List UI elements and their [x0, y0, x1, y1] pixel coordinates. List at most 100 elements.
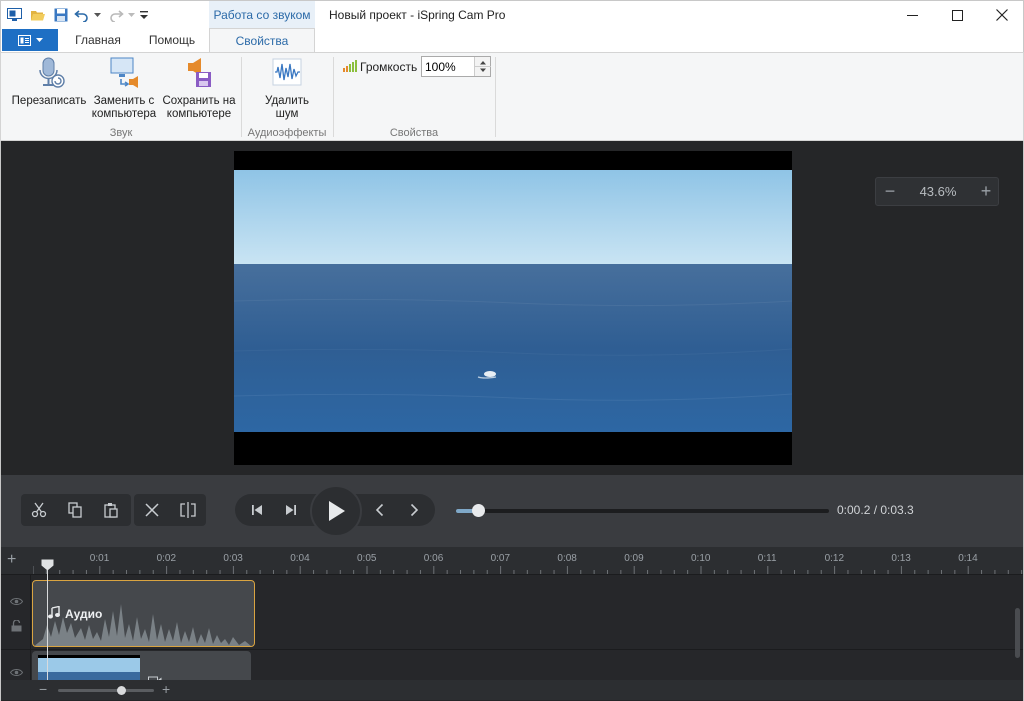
- save-to-computer-button[interactable]: Сохранить на компьютере: [159, 55, 239, 121]
- timeline-vertical-scrollbar[interactable]: [1015, 608, 1020, 658]
- ruler-label: 0:13: [891, 553, 911, 564]
- copy-button[interactable]: [57, 494, 93, 526]
- go-to-start-button[interactable]: [239, 494, 275, 526]
- maximize-icon: [951, 9, 963, 21]
- audio-clip-label: Аудио: [65, 607, 103, 621]
- file-menu-icon: [17, 34, 31, 46]
- eye-icon[interactable]: [10, 668, 23, 677]
- split-button[interactable]: [170, 494, 206, 526]
- time-readout: 0:00.2 / 0:03.3: [837, 503, 914, 517]
- play-icon: [329, 501, 345, 521]
- video-preview[interactable]: [234, 151, 792, 465]
- tab-properties[interactable]: Свойства: [209, 28, 315, 52]
- zoom-out-button[interactable]: −: [876, 178, 904, 205]
- volume-icon: [343, 60, 357, 72]
- copy-icon: [68, 502, 82, 518]
- play-button[interactable]: [310, 485, 362, 537]
- ruler-label: 0:14: [958, 553, 978, 564]
- playhead[interactable]: [47, 562, 48, 680]
- close-button[interactable]: [979, 1, 1024, 29]
- playhead-handle[interactable]: [41, 559, 54, 571]
- seek-handle[interactable]: [472, 504, 486, 517]
- open-icon[interactable]: [29, 6, 47, 24]
- volume-label: Громкость: [360, 60, 418, 74]
- tab-home[interactable]: Главная: [65, 28, 131, 52]
- spin-up-icon: [480, 61, 486, 65]
- timeline-tracks: [1, 575, 1023, 691]
- ruler-label: 0:06: [423, 553, 444, 564]
- sound-group-label: Звук: [109, 127, 133, 139]
- add-track-button[interactable]: +: [7, 551, 16, 569]
- skip-end-icon: [286, 505, 296, 515]
- volume-stepper[interactable]: [474, 57, 491, 76]
- timeline-zoom-bar: − +: [1, 680, 1023, 700]
- ruler-label: 0:08: [557, 553, 577, 564]
- chevron-right-icon: [410, 503, 419, 517]
- previous-frame-button[interactable]: [362, 494, 398, 526]
- maximize-button[interactable]: [934, 1, 980, 29]
- noise-removal-icon: [272, 58, 302, 86]
- eye-icon[interactable]: [10, 597, 23, 606]
- ruler-label: 0:10: [691, 553, 711, 564]
- close-icon: [996, 9, 1008, 21]
- remove-noise-label-line1: Удалить: [265, 95, 309, 107]
- paste-icon: [104, 503, 118, 518]
- video-frame-image: [234, 151, 792, 465]
- ruler-label: 0:01: [89, 553, 110, 564]
- redo-icon[interactable]: [107, 6, 125, 24]
- ruler-label: 0:12: [824, 553, 845, 564]
- replace-from-computer-label-line2: компьютера: [91, 108, 157, 120]
- properties-group-label: Свойства: [389, 127, 439, 139]
- split-icon: [180, 502, 196, 518]
- next-frame-button[interactable]: [396, 494, 432, 526]
- cut-button[interactable]: [21, 494, 57, 526]
- title-bar: Работа со звуком Новый проект - iSpring …: [0, 0, 1024, 29]
- paste-button[interactable]: [93, 494, 129, 526]
- seek-bar[interactable]: [456, 504, 829, 517]
- microphone-icon: [39, 57, 65, 88]
- ruler-label: 0:11: [757, 553, 777, 564]
- playback-controls: 0:00.2 / 0:03.3: [1, 475, 1023, 547]
- spin-down-icon: [480, 68, 486, 72]
- remove-noise-label-line2: шум: [275, 108, 299, 120]
- zoom-in-button[interactable]: +: [972, 178, 1000, 205]
- undo-dropdown-icon[interactable]: [92, 6, 102, 24]
- undo-icon[interactable]: [73, 6, 91, 24]
- timeline-zoom-in-button[interactable]: +: [162, 681, 170, 697]
- ribbon-separator: [333, 57, 334, 137]
- timeline-zoom-slider[interactable]: [58, 686, 154, 695]
- trim-tools-group: [134, 494, 206, 526]
- window-title: Новый проект - iSpring Cam Pro: [329, 8, 506, 22]
- chevron-down-icon: [35, 37, 43, 42]
- app-icon: [5, 6, 23, 24]
- replace-from-computer-label-line1: Заменить с: [93, 95, 155, 107]
- unlock-icon[interactable]: [11, 620, 22, 632]
- track-headers: [1, 575, 31, 680]
- timeline-ruler[interactable]: + 0:01 0:02 0:03 0:04 0:05 0:06 0:07 0:08 0:09 0:…: [1, 547, 1023, 575]
- redo-dropdown-icon[interactable]: [126, 6, 136, 24]
- delete-button[interactable]: [134, 494, 170, 526]
- timeline-zoom-handle[interactable]: [117, 686, 127, 695]
- customize-toolbar-icon[interactable]: [138, 6, 150, 24]
- save-audio-icon: [188, 58, 211, 87]
- skip-start-icon: [252, 505, 262, 515]
- music-note-icon: [48, 606, 60, 619]
- ruler-label: 0:07: [490, 553, 511, 564]
- timeline-zoom-out-button[interactable]: −: [39, 681, 47, 697]
- edit-tools-group: [21, 494, 131, 526]
- ruler-label: 0:02: [156, 553, 177, 564]
- replace-from-computer-button[interactable]: Заменить с компьютера: [91, 55, 157, 121]
- audio-effects-group-label: Аудиоэффекты: [247, 127, 327, 139]
- tab-help[interactable]: Помощь: [139, 28, 205, 52]
- save-to-computer-label-line1: Сохранить на: [162, 95, 236, 107]
- minimize-button[interactable]: [889, 1, 935, 29]
- file-menu-button[interactable]: [2, 29, 58, 51]
- rerecord-button[interactable]: Перезаписать: [9, 55, 89, 108]
- ruler-label: 0:05: [357, 553, 377, 564]
- go-to-end-button[interactable]: [273, 494, 309, 526]
- delete-icon: [145, 503, 159, 517]
- remove-noise-button[interactable]: Удалить шум: [257, 55, 317, 121]
- rerecord-label: Перезаписать: [11, 95, 87, 107]
- track-divider: [1, 649, 1023, 650]
- save-icon[interactable]: [52, 6, 70, 24]
